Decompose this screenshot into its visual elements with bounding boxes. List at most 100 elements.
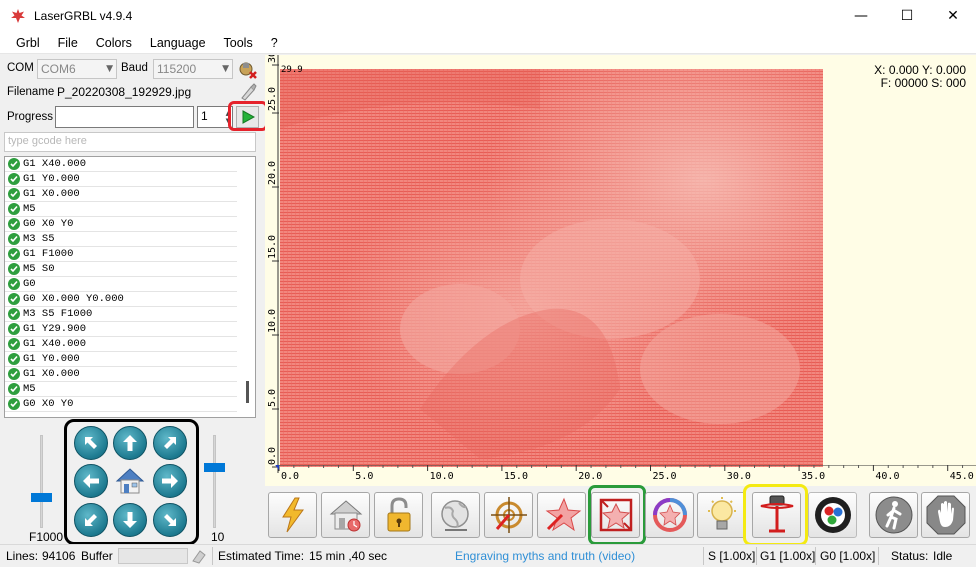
g1-override[interactable]: G1 [1.00x]: [760, 549, 815, 563]
homing-button[interactable]: [321, 492, 370, 538]
jog-continuous-button[interactable]: [869, 492, 918, 538]
jog-north-button[interactable]: [113, 426, 147, 460]
status-separator: [878, 547, 879, 565]
gcode-line-text: G0 X0 Y0: [23, 218, 74, 230]
jog-west-button[interactable]: [74, 464, 108, 498]
gcode-line-text: G1 X0.000: [23, 188, 80, 200]
gcode-line[interactable]: G0 X0.000 Y0.000: [5, 292, 237, 307]
engraving-preview-image: [280, 69, 823, 467]
trace-star-button[interactable]: [537, 492, 586, 538]
gcode-line-text: M5: [23, 203, 36, 215]
gcode-line[interactable]: G1 X0.000: [5, 187, 237, 202]
menu-grbl[interactable]: Grbl: [7, 36, 49, 50]
baud-select[interactable]: 115200 ▼: [153, 59, 233, 79]
speed-slider-track[interactable]: [40, 435, 43, 528]
connect-plug-icon[interactable]: [237, 59, 258, 80]
cat-photo-raster: [280, 69, 823, 467]
check-icon: [8, 173, 20, 185]
gcode-line[interactable]: G0: [5, 277, 237, 292]
jog-home-button[interactable]: [113, 464, 147, 498]
check-icon: [8, 398, 20, 410]
gcode-line[interactable]: G1 Y29.900: [5, 322, 237, 337]
gcode-line-text: G1 Y29.900: [23, 323, 87, 335]
color-ring-icon: [814, 497, 851, 533]
s-override[interactable]: S [1.00x]: [708, 549, 755, 563]
gcode-line[interactable]: G1 X0.000: [5, 367, 237, 382]
step-slider-thumb[interactable]: [204, 462, 225, 472]
arrow-left-icon: [83, 474, 99, 488]
check-icon: [8, 203, 20, 215]
arrow-up-right-icon: [164, 437, 176, 449]
status-separator: [815, 547, 816, 565]
step-slider-track[interactable]: [213, 435, 216, 528]
menu-language[interactable]: Language: [141, 36, 215, 50]
check-icon: [8, 278, 20, 290]
color-settings-button[interactable]: [808, 492, 857, 538]
jog-northeast-button[interactable]: [153, 426, 187, 460]
gcode-line[interactable]: G1 X40.000: [5, 337, 237, 352]
buffer-label: Buffer: [81, 549, 113, 563]
buffer-eraser-icon[interactable]: [190, 548, 208, 564]
x-ruler-label: 0.0: [281, 471, 299, 482]
gcode-line[interactable]: M3 S5: [5, 232, 237, 247]
lines-value: 94106: [42, 549, 76, 563]
preview-canvas[interactable]: 30 25.0 20.0 15.0 10.0 5.0 0.0 0.0 5.0 1…: [265, 55, 976, 486]
x-ruler: 0.05.010.015.020.025.030.035.040.045.050…: [275, 465, 976, 482]
gcode-input[interactable]: type gcode here: [4, 132, 256, 152]
goto-position-button[interactable]: [484, 492, 533, 538]
gcode-line-text: G1 X0.000: [23, 368, 80, 380]
y-ruler: 30 25.0 20.0 15.0 10.0 5.0 0.0: [265, 55, 279, 475]
gcode-line[interactable]: G0 X0 Y0: [5, 217, 237, 232]
com-label: COM: [7, 62, 34, 74]
com-select[interactable]: COM6 ▼: [37, 59, 117, 79]
gcode-line-text: G0 X0.000 Y0.000: [23, 293, 124, 305]
gcode-line-text: G0: [23, 278, 36, 290]
gcode-list[interactable]: G1 X40.000 G1 Y0.000 G1 X0.000 M5 G0 X0 Y0 M3…: [4, 156, 256, 418]
maximize-button[interactable]: ☐: [884, 0, 930, 32]
check-icon: [8, 308, 20, 320]
menu-tools[interactable]: Tools: [215, 36, 262, 50]
minimize-button[interactable]: —: [838, 0, 884, 32]
gcode-line[interactable]: M5: [5, 202, 237, 217]
unlock-button[interactable]: [374, 492, 423, 538]
y-max-label: 29.9: [281, 65, 303, 75]
gcode-line-text: M5 S0: [23, 263, 55, 275]
jog-northwest-button[interactable]: [74, 426, 108, 460]
set-origin-button[interactable]: [431, 492, 480, 538]
globe-icon: [440, 500, 469, 531]
gcode-line-text: G1 X40.000: [23, 158, 87, 170]
jog-southeast-button[interactable]: [153, 503, 187, 537]
jog-east-button[interactable]: [153, 464, 187, 498]
gcode-line[interactable]: G0 X0 Y0: [5, 397, 237, 412]
status-label: Status:: [891, 549, 929, 563]
gcode-line[interactable]: G1 Y0.000: [5, 172, 237, 187]
check-icon: [8, 158, 20, 170]
gcode-line[interactable]: G1 X40.000: [5, 157, 237, 172]
abort-button[interactable]: [921, 492, 970, 538]
menu-file[interactable]: File: [49, 36, 87, 50]
laser-test-button[interactable]: [697, 492, 746, 538]
frame-ring-button[interactable]: [645, 492, 694, 538]
coordinate-readout: X: 0.000 Y: 0.000 F: 00000 S: 000: [874, 64, 966, 90]
gcode-line[interactable]: M5 S0: [5, 262, 237, 277]
g0-override[interactable]: G0 [1.00x]: [820, 549, 875, 563]
feed-spindle-readout: F: 00000 S: 000: [880, 76, 966, 90]
gcode-line[interactable]: G1 F1000: [5, 247, 237, 262]
close-button[interactable]: ✕: [930, 0, 976, 32]
reset-grbl-button[interactable]: [268, 492, 317, 538]
speed-label: F1000: [29, 530, 64, 544]
step-label: 10: [211, 530, 225, 544]
gcode-line[interactable]: G1 Y0.000: [5, 352, 237, 367]
laser-leaf-icon: [11, 9, 25, 23]
speed-slider-thumb[interactable]: [31, 492, 52, 502]
engraving-myths-link[interactable]: Engraving myths and truth (video): [455, 549, 635, 563]
jog-south-button[interactable]: [113, 503, 147, 537]
open-file-icon[interactable]: [239, 83, 257, 101]
gcode-line[interactable]: M5: [5, 382, 237, 397]
menu-colors[interactable]: Colors: [87, 36, 141, 50]
list-scrollbar-thumb[interactable]: [246, 381, 249, 403]
gcode-line[interactable]: M3 S5 F1000: [5, 307, 237, 322]
check-icon: [8, 188, 20, 200]
jog-southwest-button[interactable]: [74, 503, 108, 537]
menu-help[interactable]: ?: [262, 36, 287, 50]
